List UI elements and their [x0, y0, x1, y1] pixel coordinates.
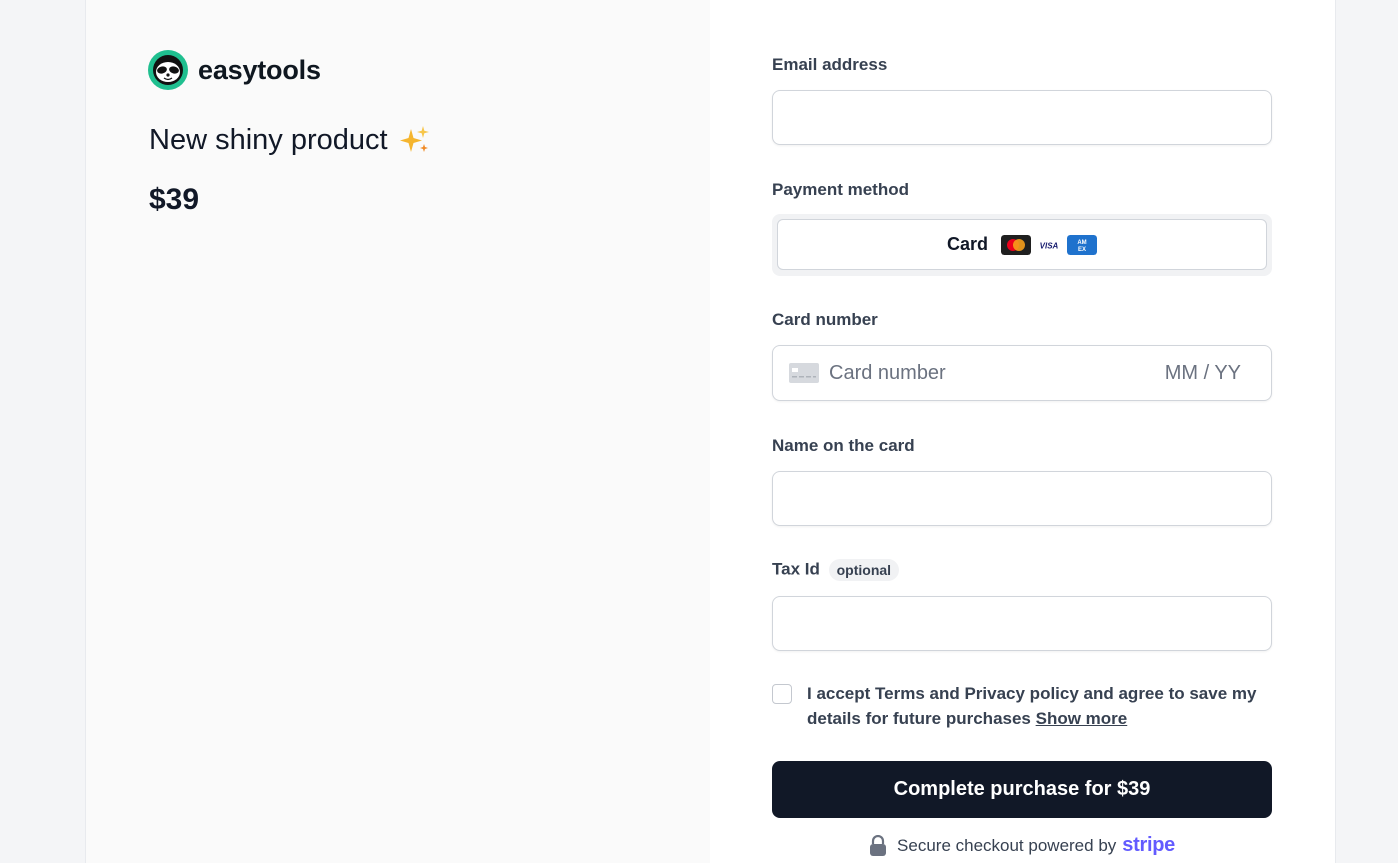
credit-card-icon — [789, 363, 819, 383]
checkout-card: easytools New shiny product $39 Email ad… — [86, 0, 1335, 863]
card-number-field[interactable]: Card number MM / YY — [772, 345, 1272, 401]
expiry-placeholder[interactable]: MM / YY — [1165, 362, 1241, 385]
svg-text:EX: EX — [1078, 247, 1086, 253]
tax-id-label-row: Tax Id optional — [772, 559, 900, 581]
secure-checkout-text: Secure checkout powered by — [897, 835, 1117, 855]
email-field[interactable] — [772, 90, 1272, 145]
secure-checkout-footer: Secure checkout powered by stripe — [772, 834, 1272, 857]
mastercard-icon — [1001, 234, 1031, 255]
consent-text: I accept Terms and Privacy policy and ag… — [807, 684, 1257, 728]
stripe-logo: stripe — [1122, 834, 1175, 856]
lock-icon — [870, 834, 887, 856]
tax-id-label: Tax Id — [772, 559, 820, 579]
sloth-logo-icon — [148, 50, 188, 90]
consent-checkbox[interactable] — [772, 684, 792, 704]
payment-method-card-label: Card — [946, 234, 988, 254]
product-summary-panel: easytools New shiny product $39 — [86, 0, 710, 863]
product-title-text: New shiny product — [149, 123, 388, 156]
brand-name: easytools — [198, 54, 321, 85]
card-number-label: Card number — [772, 310, 878, 329]
visa-icon: VISA — [1034, 234, 1064, 255]
payment-panel: Email address Payment method Card VISA A… — [710, 0, 1335, 863]
complete-purchase-button[interactable]: Complete purchase for $39 — [772, 761, 1272, 818]
card-name-label: Name on the card — [772, 436, 915, 455]
sparkles-icon — [399, 126, 429, 152]
show-more-link[interactable]: Show more — [1036, 709, 1128, 728]
svg-text:VISA: VISA — [1040, 241, 1059, 250]
card-name-field[interactable] — [772, 471, 1272, 526]
product-title: New shiny product — [149, 123, 432, 157]
payment-method-selector: Card VISA AM EX — [772, 214, 1272, 276]
amex-icon: AM EX — [1067, 234, 1097, 255]
payment-method-label: Payment method — [772, 180, 909, 199]
tax-id-field[interactable] — [772, 596, 1272, 651]
card-number-placeholder[interactable]: Card number — [829, 362, 1165, 385]
optional-badge: optional — [828, 559, 900, 581]
consent-text-block: I accept Terms and Privacy policy and ag… — [807, 681, 1277, 731]
svg-text:AM: AM — [1077, 240, 1086, 246]
brand: easytools — [148, 50, 321, 90]
payment-method-card-tab[interactable]: Card VISA AM EX — [777, 219, 1267, 270]
product-price: $39 — [149, 183, 200, 216]
email-label: Email address — [772, 55, 888, 74]
